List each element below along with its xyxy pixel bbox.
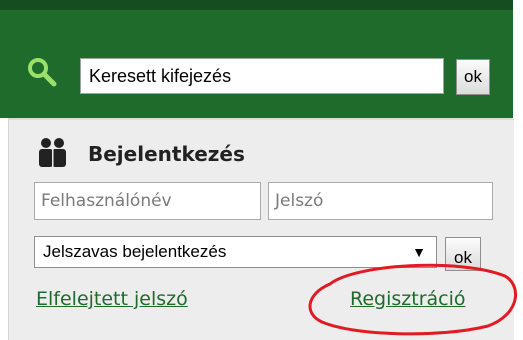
login-method-select[interactable]: Jelszavas bejelentkezés ▼ <box>34 236 437 268</box>
search-input[interactable]: Keresett kifejezés <box>80 58 444 94</box>
triangle-down-icon: ▼ <box>412 244 426 260</box>
header-shade <box>0 0 513 10</box>
username-field[interactable]: Felhasználónév <box>34 182 261 220</box>
login-method-value: Jelszavas bejelentkezés <box>43 242 227 261</box>
login-submit-button[interactable]: ok <box>445 237 481 271</box>
forgot-password-link[interactable]: Elfelejtett jelszó <box>36 288 188 310</box>
register-link[interactable]: Regisztráció <box>350 288 466 310</box>
search-button[interactable]: ok <box>456 59 490 95</box>
users-icon <box>39 138 66 167</box>
search-icon <box>28 58 57 87</box>
password-field[interactable]: Jelszó <box>268 182 493 220</box>
login-title: Bejelentkezés <box>88 142 245 166</box>
